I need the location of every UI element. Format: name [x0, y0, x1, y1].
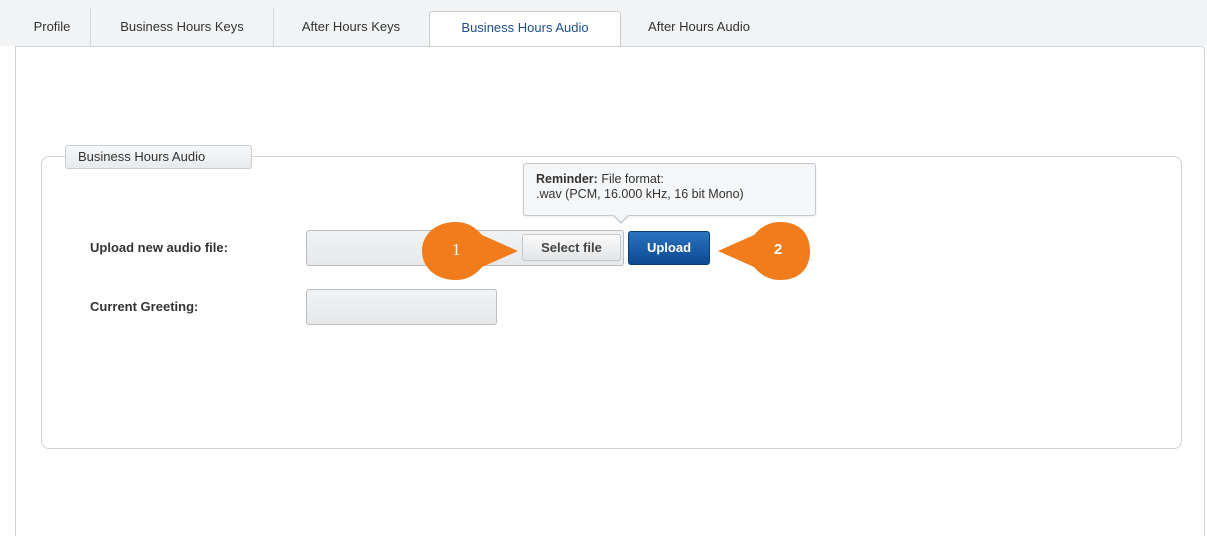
- select-file-button[interactable]: Select file: [522, 234, 621, 261]
- callout-1-number: 1: [452, 240, 461, 259]
- tab-after-hours-audio[interactable]: After Hours Audio: [621, 8, 777, 46]
- tooltip-line2: .wav (PCM, 16.000 kHz, 16 bit Mono): [536, 187, 744, 201]
- tooltip-arrow-inner: [613, 214, 629, 222]
- tooltip-title: Reminder:: [536, 172, 598, 186]
- upload-button[interactable]: Upload: [628, 231, 710, 265]
- file-format-tooltip: Reminder: File format: .wav (PCM, 16.000…: [523, 163, 816, 224]
- tab-bar: Profile Business Hours Keys After Hours …: [0, 0, 1207, 47]
- current-greeting-field: [306, 289, 497, 325]
- tab-profile[interactable]: Profile: [14, 8, 91, 46]
- current-greeting-label: Current Greeting:: [90, 299, 199, 314]
- tab-after-hours-keys[interactable]: After Hours Keys: [274, 8, 428, 46]
- tab-business-hours-keys[interactable]: Business Hours Keys: [91, 8, 274, 46]
- fieldset-legend: Business Hours Audio: [65, 145, 252, 169]
- callout-1-marker: [422, 222, 518, 280]
- callout-2-number: 2: [774, 241, 783, 258]
- callout-2-marker: [718, 222, 810, 280]
- tooltip-line1: File format:: [601, 172, 664, 186]
- upload-audio-label: Upload new audio file:: [90, 240, 228, 255]
- tab-business-hours-audio[interactable]: Business Hours Audio: [429, 11, 621, 47]
